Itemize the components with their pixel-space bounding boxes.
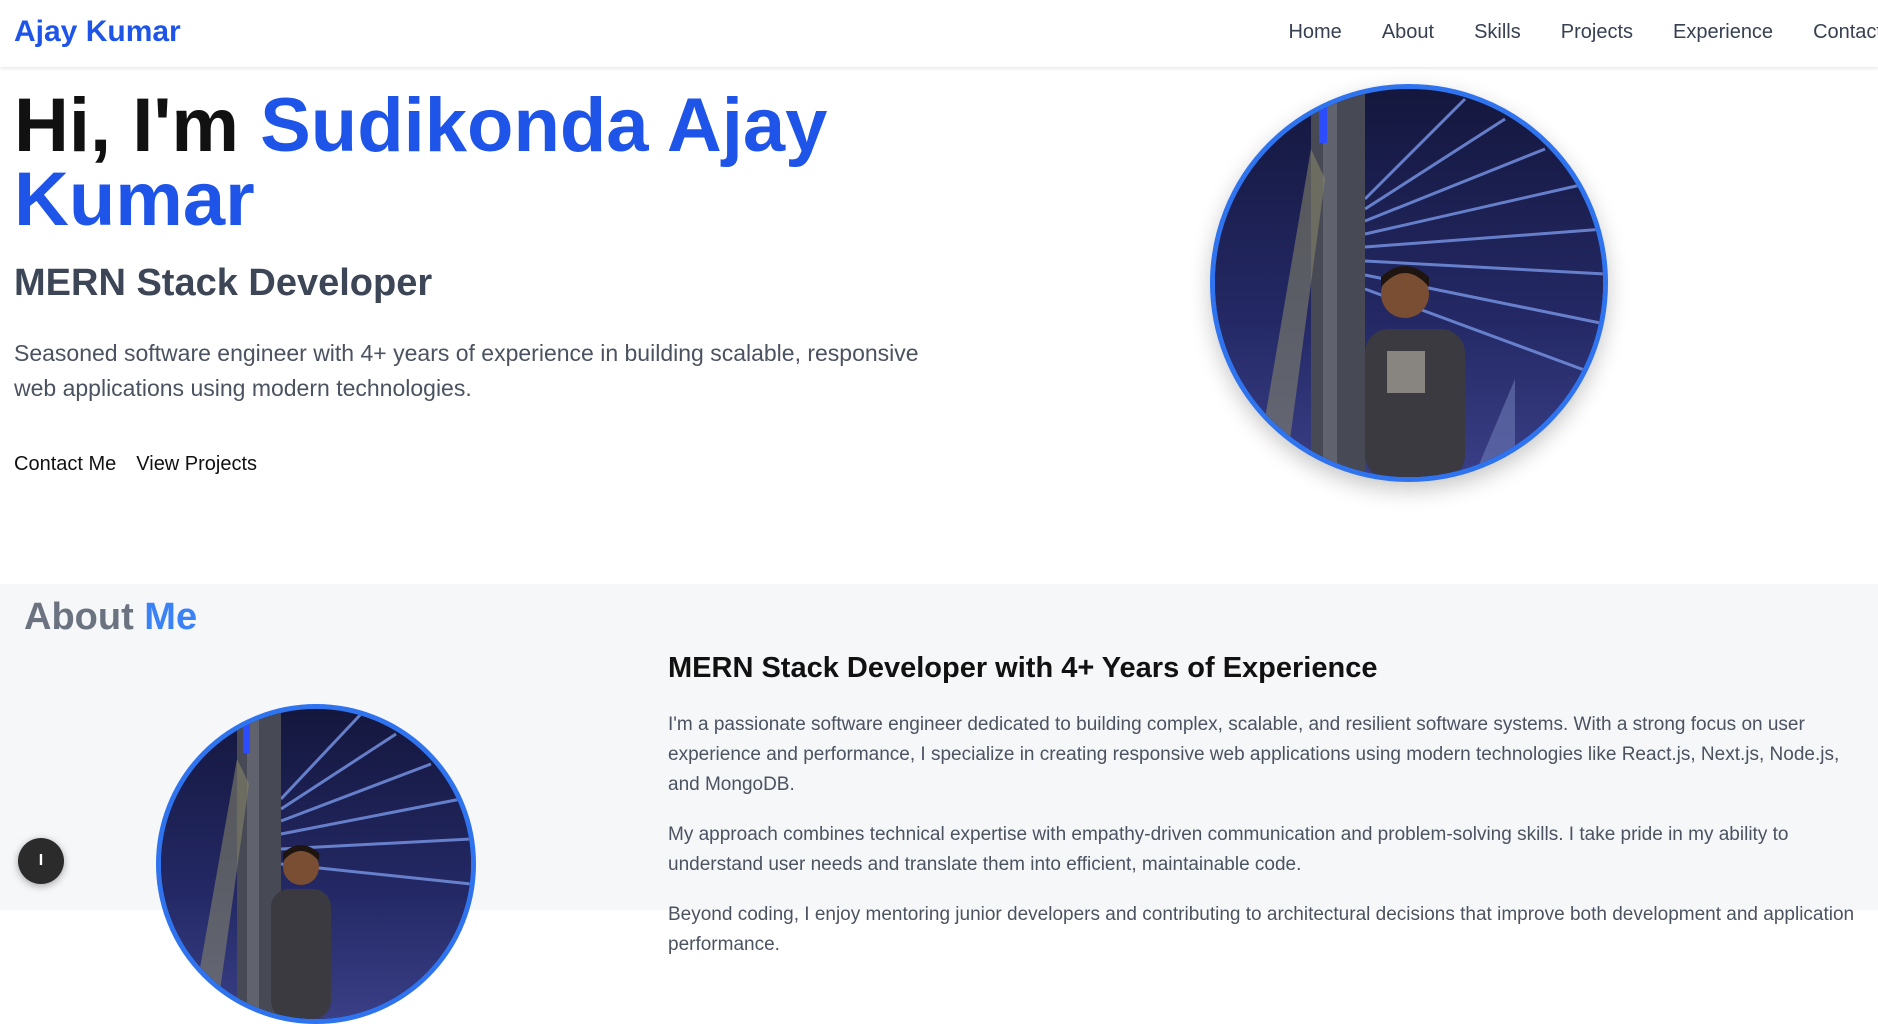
about-paragraph-1: I'm a passionate software engineer dedic… — [668, 714, 1840, 795]
view-projects-button[interactable]: View Projects — [136, 451, 257, 477]
brand-logo[interactable]: Ajay Kumar — [14, 14, 181, 50]
about-photo-illustration — [161, 709, 471, 1019]
hero-role: MERN Stack Developer — [14, 262, 433, 304]
about-subtitle: MERN Stack Developer with 4+ Years of Ex… — [668, 652, 1378, 684]
about-title-part1: About — [24, 596, 145, 638]
hero-actions: Contact Me View Projects — [14, 451, 277, 477]
navbar: Ajay Kumar Home About Skills Projects Ex… — [0, 0, 1878, 67]
about-title-part2: Me — [144, 596, 198, 638]
about-section: About Me MERN Stack Developer with 4+ Ye… — [0, 584, 1878, 1024]
nav-link-home[interactable]: Home — [1288, 19, 1341, 45]
hero-intro: Seasoned software engineer with 4+ years… — [14, 340, 919, 401]
floating-info-button[interactable]: I — [18, 838, 64, 884]
nav-links: Home About Skills Projects Experience Co… — [1248, 19, 1878, 45]
about-title: About Me — [24, 594, 197, 640]
hero-greeting: Hi, I'm — [14, 83, 261, 168]
nav-link-experience[interactable]: Experience — [1673, 19, 1773, 45]
profile-photo — [1210, 84, 1608, 482]
nav-link-contact[interactable]: Contact — [1813, 19, 1878, 45]
nav-link-about[interactable]: About — [1382, 19, 1434, 45]
about-paragraph-2: My approach combines technical expertise… — [668, 824, 1789, 875]
about-paragraph-3: Beyond coding, I enjoy mentoring junior … — [668, 904, 1855, 955]
profile-photo-illustration — [1215, 89, 1603, 477]
hero-section: Hi, I'm Sudikonda Ajay Kumar MERN Stack … — [0, 67, 1878, 584]
about-photo — [156, 704, 476, 1024]
hero-heading: Hi, I'm Sudikonda Ajay Kumar — [14, 88, 874, 238]
nav-link-projects[interactable]: Projects — [1561, 19, 1633, 45]
contact-me-button[interactable]: Contact Me — [14, 451, 116, 477]
nav-link-skills[interactable]: Skills — [1474, 19, 1521, 45]
